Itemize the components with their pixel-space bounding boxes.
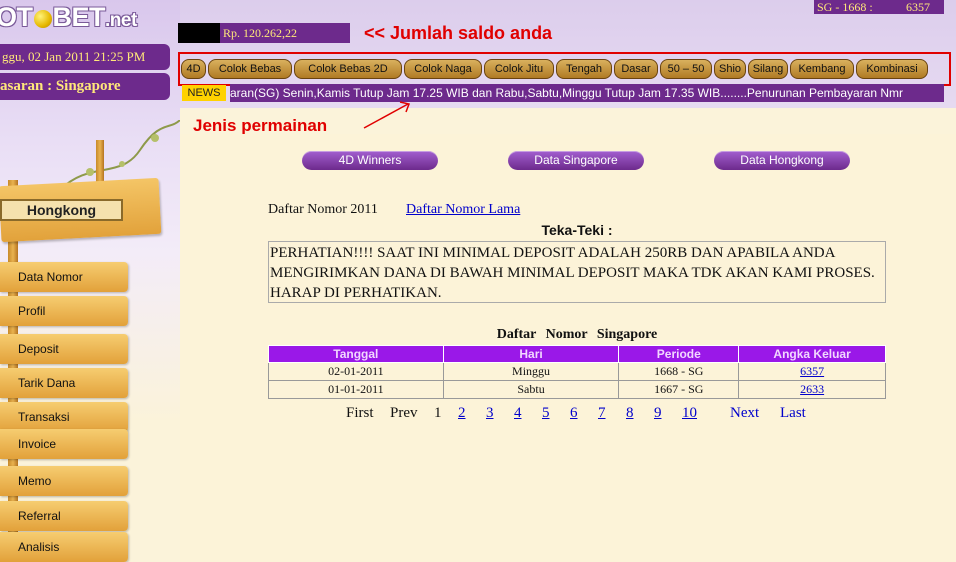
- game-tengah-button[interactable]: Tengah: [556, 59, 612, 79]
- daftar-nomor-label: Daftar Nomor 2011: [268, 202, 378, 217]
- sidebar: OT BET.net ggu, 02 Jan 2011 21:25 PM asar…: [0, 0, 180, 562]
- sidebar-item-transaksi[interactable]: Transaksi: [0, 402, 128, 432]
- game-50-50-button[interactable]: 50 – 50: [660, 59, 712, 79]
- pager-page-link[interactable]: 8: [626, 405, 634, 422]
- game-colok-bebas-button[interactable]: Colok Bebas: [208, 59, 292, 79]
- cell-periode: 1668 - SG: [618, 362, 740, 381]
- results-table-title: Daftar Nomor Singapore: [496, 327, 658, 342]
- sidebar-item-memo[interactable]: Memo: [0, 466, 128, 496]
- annotation-arrow-icon: [363, 101, 411, 129]
- current-datetime: ggu, 02 Jan 2011 21:25 PM: [0, 44, 170, 70]
- pager-page-link[interactable]: 9: [654, 405, 662, 422]
- pager-page-link[interactable]: 3: [486, 405, 494, 422]
- column-header-hari: Hari: [442, 345, 620, 363]
- sidebar-item-invoice[interactable]: Invoice: [0, 429, 128, 459]
- pager-next-link[interactable]: Next: [730, 405, 759, 422]
- pager-page-link[interactable]: 6: [570, 405, 578, 422]
- game-type-annotation: Jenis permainan: [193, 116, 328, 135]
- game-kombinasi-button[interactable]: Kombinasi: [856, 59, 928, 79]
- cell-hari: Sabtu: [442, 380, 620, 399]
- teka-teki-title: Teka-Teki :: [541, 222, 613, 238]
- table-row: 01-01-2011 Sabtu 1667 - SG 2633: [268, 380, 886, 399]
- game-colok-jitu-button[interactable]: Colok Jitu: [484, 59, 554, 79]
- balance-box: Rp. 120.262,22: [178, 23, 350, 43]
- pager-page-link[interactable]: 7: [598, 405, 606, 422]
- tab-data-singapore[interactable]: Data Singapore: [508, 151, 644, 170]
- cell-angka: 2633: [738, 380, 886, 399]
- pager-page-link[interactable]: 5: [542, 405, 550, 422]
- redacted-username: [178, 23, 220, 43]
- tab-data-hongkong[interactable]: Data Hongkong: [714, 151, 850, 170]
- pager-page-link[interactable]: 2: [458, 405, 466, 422]
- pager-page-link[interactable]: 4: [514, 405, 522, 422]
- sidebar-item-profil[interactable]: Profil: [0, 296, 128, 326]
- pager-last-link[interactable]: Last: [780, 405, 806, 422]
- cell-periode: 1667 - SG: [618, 380, 740, 399]
- game-4d-button[interactable]: 4D: [181, 59, 206, 79]
- game-colok-naga-button[interactable]: Colok Naga: [404, 59, 482, 79]
- column-header-angka-keluar: Angka Keluar: [738, 345, 886, 363]
- column-header-tanggal: Tanggal: [268, 345, 444, 363]
- angka-keluar-link[interactable]: 2633: [800, 382, 824, 396]
- angka-keluar-link[interactable]: 6357: [800, 364, 824, 378]
- game-colok-bebas-2d-button[interactable]: Colok Bebas 2D: [294, 59, 402, 79]
- news-ticker: aran(SG) Senin,Kamis Tutup Jam 17.25 WIB…: [230, 84, 944, 102]
- results-table: Tanggal Hari Periode Angka Keluar 02-01-…: [268, 345, 886, 399]
- cell-hari: Minggu: [442, 362, 620, 381]
- latest-result-number: 6357: [906, 0, 930, 14]
- sidebar-item-referral[interactable]: Referral: [0, 501, 128, 531]
- pager-first: First: [346, 405, 374, 421]
- tab-4d-winners[interactable]: 4D Winners: [302, 151, 438, 170]
- game-type-menu: 4D Colok Bebas Colok Bebas 2D Colok Naga…: [181, 59, 928, 79]
- latest-result-badge: SG - 1668 : 6357: [814, 0, 944, 14]
- game-silang-button[interactable]: Silang: [748, 59, 788, 79]
- sidebar-item-analisis[interactable]: Analisis: [0, 532, 128, 562]
- cell-tanggal: 02-01-2011: [268, 362, 444, 381]
- current-market: asaran : Singapore: [0, 73, 170, 100]
- sidebar-item-tarik-dana[interactable]: Tarik Dana: [0, 368, 128, 398]
- daftar-nomor-lama-link[interactable]: Daftar Nomor Lama: [406, 202, 520, 218]
- ball-icon: [33, 10, 52, 28]
- site-logo[interactable]: OT BET.net: [0, 2, 137, 33]
- game-shio-button[interactable]: Shio: [714, 59, 746, 79]
- table-row: 02-01-2011 Minggu 1668 - SG 6357: [268, 362, 886, 381]
- game-dasar-button[interactable]: Dasar: [614, 59, 658, 79]
- pager-current-page: 1: [434, 405, 442, 421]
- latest-result-label: SG - 1668 :: [817, 0, 873, 14]
- cell-tanggal: 01-01-2011: [268, 380, 444, 399]
- game-kembang-button[interactable]: Kembang: [790, 59, 854, 79]
- region-hongkong-button[interactable]: Hongkong: [0, 199, 123, 221]
- sidebar-item-data-nomor[interactable]: Data Nomor: [0, 262, 128, 292]
- cell-angka: 6357: [738, 362, 886, 381]
- sidebar-item-deposit[interactable]: Deposit: [0, 334, 128, 364]
- pager-prev: Prev: [390, 405, 418, 421]
- balance-value: Rp. 120.262,22: [223, 26, 298, 40]
- balance-annotation: << Jumlah saldo anda: [364, 23, 553, 43]
- pager-page-link[interactable]: 10: [682, 405, 697, 422]
- column-header-periode: Periode: [618, 345, 740, 363]
- table-header-row: Tanggal Hari Periode Angka Keluar: [268, 345, 886, 363]
- teka-teki-box: PERHATIAN!!!! SAAT INI MINIMAL DEPOSIT A…: [268, 241, 886, 303]
- news-label: NEWS: [182, 85, 226, 101]
